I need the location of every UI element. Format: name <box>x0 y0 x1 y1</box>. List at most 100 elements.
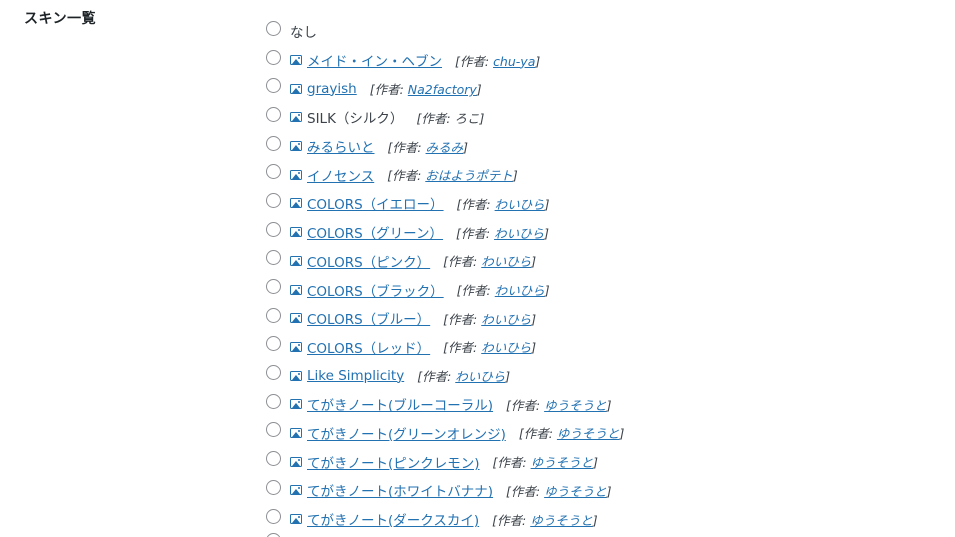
skin-radio[interactable] <box>266 106 281 122</box>
skin-radio[interactable] <box>266 78 281 94</box>
author-link[interactable]: みるみ <box>426 140 464 155</box>
author-link[interactable]: わいひら <box>481 254 531 269</box>
skin-name-link[interactable]: COLORS（グリーン） <box>307 222 443 242</box>
skin-name-link[interactable]: grayish <box>307 81 357 97</box>
skin-author: [作者: わいひら] <box>443 309 536 328</box>
skin-name-link[interactable]: てがきノート(グリーンオレンジ) <box>307 423 506 443</box>
author-link[interactable]: ゆうそうと <box>557 426 620 441</box>
skin-name-link[interactable]: てがきノート(ブルーコーラル) <box>307 394 493 414</box>
skin-radio[interactable] <box>266 393 281 409</box>
skin-name-link[interactable]: COLORS（レッド） <box>307 337 430 357</box>
author-link[interactable]: ゆうそうと <box>544 398 607 413</box>
image-preview-icon[interactable] <box>290 514 302 525</box>
skin-name-link[interactable]: COLORS（イエロー） <box>307 193 444 213</box>
skin-radio[interactable] <box>266 20 281 36</box>
author-link[interactable]: わいひら <box>481 340 531 355</box>
image-preview-icon[interactable] <box>290 83 302 94</box>
skin-option[interactable]: メイド・イン・ヘブン [作者: chu-ya] <box>266 46 624 75</box>
author-suffix: ] <box>592 512 598 528</box>
skin-name-link[interactable]: イノセンス <box>307 165 374 185</box>
image-preview-icon[interactable] <box>290 341 302 352</box>
skin-name-link[interactable]: メイド・イン・ヘブン <box>307 50 442 70</box>
author-prefix: [作者: <box>443 254 482 270</box>
author-link[interactable]: わいひら <box>495 197 545 212</box>
skin-author: [作者: chu-ya] <box>455 51 540 70</box>
skin-author: [作者: おはようポテト] <box>387 165 517 184</box>
skin-name-link[interactable]: てがきノート(ピンクレモン) <box>307 452 480 472</box>
skin-option[interactable]: イノセンス [作者: おはようポテト] <box>266 160 624 189</box>
image-preview-icon[interactable] <box>290 112 302 123</box>
skin-option[interactable]: COLORS（ブラック） [作者: わいひら] <box>266 275 624 304</box>
skin-radio[interactable] <box>266 479 281 495</box>
image-preview-icon[interactable] <box>290 456 302 467</box>
skin-radio[interactable] <box>266 49 281 65</box>
skin-option[interactable]: みるらいと [作者: みるみ] <box>266 132 624 161</box>
skin-radio[interactable] <box>266 365 281 381</box>
skin-radio[interactable] <box>266 451 281 467</box>
skin-name-link[interactable]: COLORS（ブラック） <box>307 280 444 300</box>
skin-option[interactable]: Like Simplicity [作者: わいひら] <box>266 361 624 390</box>
skin-radio-partial[interactable] <box>266 533 281 537</box>
skin-radio[interactable] <box>266 336 281 352</box>
skin-option[interactable]: COLORS（ピンク） [作者: わいひら] <box>266 247 624 276</box>
skin-name-link[interactable]: てがきノート(ダークスカイ) <box>307 509 479 529</box>
image-preview-icon[interactable] <box>290 399 302 410</box>
author-link[interactable]: わいひら <box>495 283 545 298</box>
author-link[interactable]: わいひら <box>494 226 544 241</box>
skin-option[interactable]: てがきノート(ホワイトバナナ) [作者: ゆうそうと] <box>266 476 624 505</box>
skin-radio[interactable] <box>266 307 281 323</box>
skin-option[interactable]: COLORS（レッド） [作者: わいひら] <box>266 333 624 362</box>
author-suffix: ] <box>544 225 549 241</box>
skin-radio[interactable] <box>266 192 281 208</box>
skin-radio[interactable] <box>266 508 281 524</box>
author-prefix: [作者: <box>456 225 495 241</box>
author-link[interactable]: わいひら <box>481 312 531 327</box>
image-preview-icon[interactable] <box>290 255 302 266</box>
skin-option[interactable]: てがきノート(グリーンオレンジ) [作者: ゆうそうと] <box>266 419 624 448</box>
skin-option[interactable]: SILK（シルク） [作者: ろこ] <box>266 103 624 132</box>
author-prefix: [作者: <box>456 283 495 299</box>
image-preview-icon[interactable] <box>290 370 302 381</box>
skin-option[interactable]: なし <box>266 17 624 46</box>
skin-option[interactable]: grayish [作者: Na2factory] <box>266 74 624 103</box>
image-preview-icon[interactable] <box>290 485 302 496</box>
skin-radio[interactable] <box>266 164 281 180</box>
skin-option[interactable]: てがきノート(ダークスカイ) [作者: ゆうそうと] <box>266 505 624 534</box>
author-prefix: [作者: <box>492 455 531 471</box>
skin-name-link[interactable]: みるらいと <box>307 136 375 156</box>
skin-author: [作者: わいひら] <box>443 337 536 356</box>
image-preview-icon[interactable] <box>290 227 302 238</box>
image-preview-icon[interactable] <box>290 169 302 180</box>
skin-author: [作者: ゆうそうと] <box>493 452 598 471</box>
author-prefix: [作者: <box>443 311 482 327</box>
author-link[interactable]: ゆうそうと <box>530 513 593 528</box>
skin-radio[interactable] <box>266 221 281 237</box>
author-prefix: [作者: <box>455 53 494 69</box>
author-link[interactable]: ゆうそうと <box>531 455 594 470</box>
skin-option[interactable]: てがきノート(ピンクレモン) [作者: ゆうそうと] <box>266 447 624 476</box>
author-link[interactable]: おはようポテト <box>425 168 513 183</box>
skin-radio[interactable] <box>266 135 281 151</box>
image-preview-icon[interactable] <box>290 141 302 152</box>
image-preview-icon[interactable] <box>290 427 302 438</box>
image-preview-icon[interactable] <box>290 198 302 209</box>
author-link[interactable]: chu-ya <box>493 54 535 69</box>
skin-name-link[interactable]: COLORS（ピンク） <box>307 251 430 271</box>
author-link[interactable]: ゆうそうと <box>544 484 607 499</box>
skin-author: [作者: わいひら] <box>457 194 550 213</box>
skin-name-link[interactable]: てがきノート(ホワイトバナナ) <box>307 480 493 500</box>
skin-option[interactable]: COLORS（イエロー） [作者: わいひら] <box>266 189 624 218</box>
skin-radio[interactable] <box>266 422 281 438</box>
image-preview-icon[interactable] <box>290 284 302 295</box>
author-link[interactable]: わいひら <box>455 369 505 384</box>
author-link[interactable]: Na2factory <box>408 82 477 97</box>
image-preview-icon[interactable] <box>290 55 302 66</box>
image-preview-icon[interactable] <box>290 313 302 324</box>
skin-radio[interactable] <box>266 250 281 266</box>
skin-radio[interactable] <box>266 279 281 295</box>
skin-option[interactable]: てがきノート(ブルーコーラル) [作者: ゆうそうと] <box>266 390 624 419</box>
skin-name-link[interactable]: COLORS（ブルー） <box>307 308 430 328</box>
skin-name-link[interactable]: Like Simplicity <box>307 368 404 384</box>
skin-option[interactable]: COLORS（ブルー） [作者: わいひら] <box>266 304 624 333</box>
skin-option[interactable]: COLORS（グリーン） [作者: わいひら] <box>266 218 624 247</box>
